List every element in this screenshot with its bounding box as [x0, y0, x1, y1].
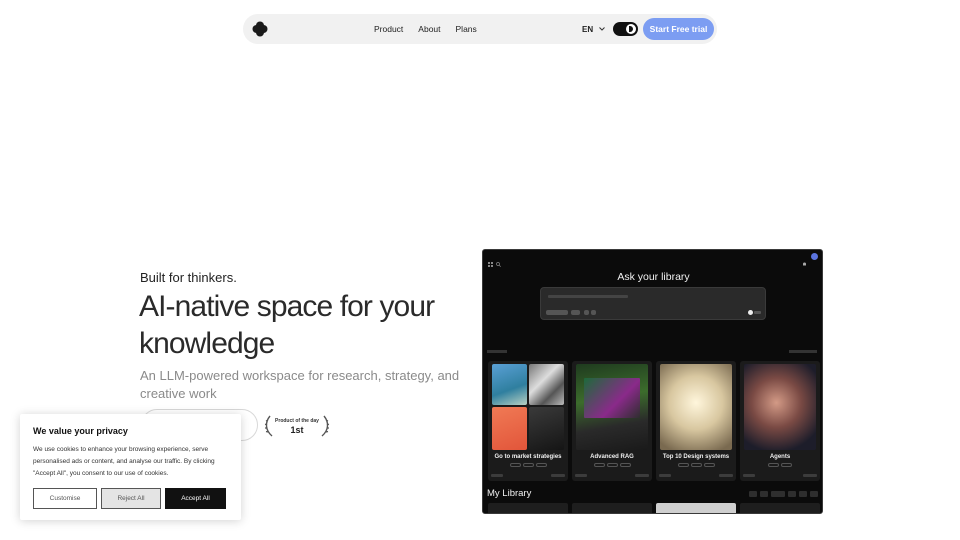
ask-placeholder-line — [548, 295, 628, 298]
card-tags — [740, 463, 820, 467]
bell-icon — [802, 254, 807, 266]
collections-label-placeholder — [487, 350, 507, 353]
card-footer — [743, 474, 817, 477]
library-item — [740, 503, 820, 513]
customise-button[interactable]: Customise — [33, 488, 97, 509]
chevron-down-icon — [599, 27, 605, 31]
nav-links: Product About Plans — [374, 14, 477, 44]
cookie-text: We use cookies to enhance your browsing … — [33, 446, 215, 477]
collection-card: Top 10 Design systems — [656, 361, 736, 481]
award-rank: 1st — [290, 425, 304, 435]
avatar — [811, 253, 818, 260]
collection-thumbnail — [492, 407, 527, 450]
nav-link-product[interactable]: Product — [374, 24, 403, 34]
library-toolbar — [749, 491, 818, 497]
moon-icon — [626, 24, 636, 34]
send-icon — [748, 310, 753, 315]
source-chip — [546, 310, 568, 315]
cookie-title: We value your privacy — [33, 426, 128, 436]
list-view-icon — [788, 491, 796, 497]
collection-thumbnail — [492, 364, 527, 405]
card-footer — [659, 474, 733, 477]
card-title: Top 10 Design systems — [662, 454, 730, 460]
card-tags — [488, 463, 568, 467]
card-footer — [575, 474, 649, 477]
library-item — [572, 503, 652, 513]
product-of-the-day-badge[interactable]: Product of the day 1st — [264, 413, 330, 439]
app-preview: Ask your library Go to market strategies… — [482, 249, 823, 514]
library-item — [656, 503, 736, 513]
collection-thumbnail — [744, 364, 816, 450]
card-title: Advanced RAG — [590, 454, 634, 460]
card-tags — [572, 463, 652, 467]
create-collection-placeholder — [789, 350, 817, 353]
library-title: My Library — [487, 488, 532, 499]
nav-link-about[interactable]: About — [418, 24, 440, 34]
reject-all-button[interactable]: Reject All — [101, 488, 161, 509]
card-footer — [491, 474, 565, 477]
ask-input — [540, 287, 766, 320]
collection-thumbnail — [529, 364, 564, 405]
sort-icon — [771, 491, 785, 497]
collection-thumbnail — [529, 407, 564, 450]
settings-icon — [591, 310, 596, 315]
collection-card: Advanced RAG — [572, 361, 652, 481]
collection-thumbnail — [660, 364, 732, 450]
grid-icon — [488, 254, 493, 267]
language-label: EN — [582, 24, 594, 34]
top-nav: Product About Plans EN Start Free trial — [243, 14, 717, 44]
logo-icon[interactable] — [252, 21, 268, 37]
attach-icon — [584, 310, 589, 315]
hero-subline: An LLM-powered workspace for research, s… — [140, 368, 460, 401]
more-icon — [810, 491, 818, 497]
theme-toggle[interactable] — [613, 22, 638, 36]
mode-chip — [754, 311, 761, 314]
filter-icon — [749, 491, 757, 497]
start-free-trial-button[interactable]: Start Free trial — [643, 18, 714, 40]
model-chip — [571, 310, 580, 315]
cookie-banner: We value your privacy We use cookies to … — [20, 414, 241, 520]
grid-view-icon — [760, 491, 768, 497]
award-caption: Product of the day — [275, 418, 319, 424]
table-view-icon — [799, 491, 807, 497]
hero-headline: AI-native space for your knowledge — [139, 290, 435, 360]
collection-card: Go to market strategies — [488, 361, 568, 481]
language-selector[interactable]: EN — [582, 14, 605, 44]
card-title: Go to market strategies — [494, 454, 562, 460]
ask-library-title: Ask your library — [617, 271, 690, 283]
search-icon — [496, 254, 501, 267]
collection-card: Agents — [740, 361, 820, 481]
card-tags — [656, 463, 736, 467]
hero-kicker: Built for thinkers. — [140, 270, 237, 285]
accept-all-button[interactable]: Accept All — [165, 488, 226, 509]
library-item — [488, 503, 568, 513]
collection-thumbnail — [576, 364, 648, 450]
nav-link-plans[interactable]: Plans — [456, 24, 477, 34]
card-title: Agents — [769, 454, 791, 460]
